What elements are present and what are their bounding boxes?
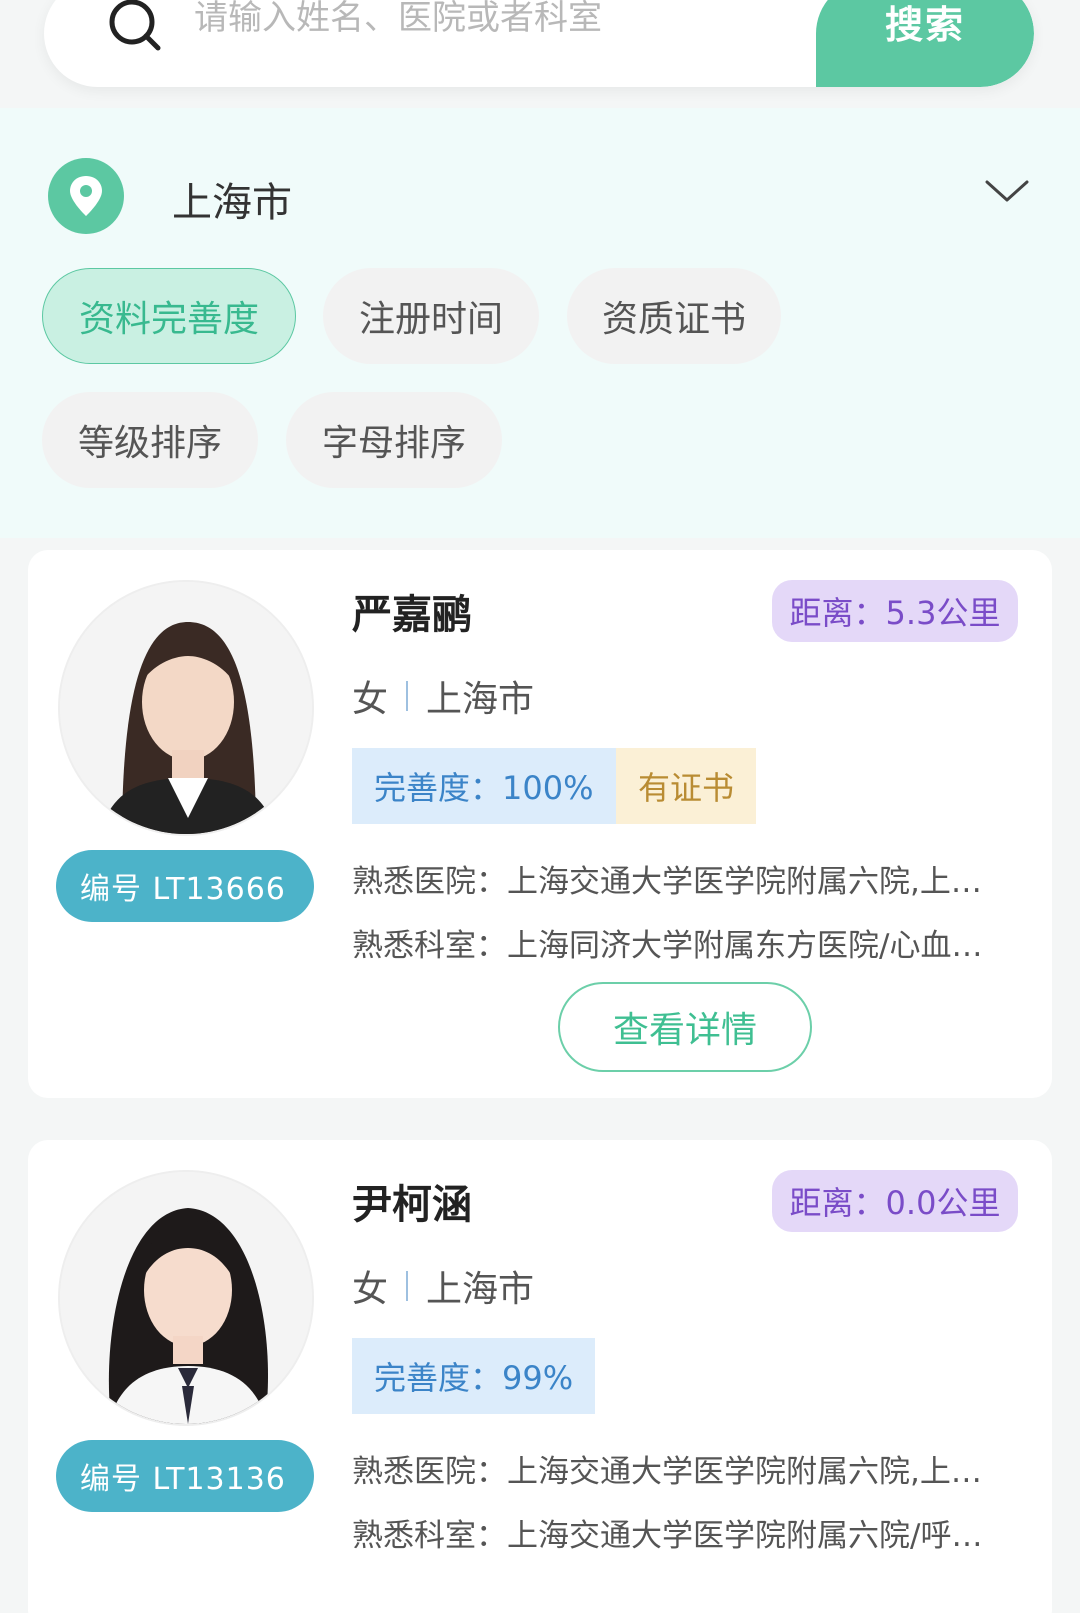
distance-badge: 距离：0.0公里 xyxy=(772,1170,1018,1232)
id-badge: 编号 LT13666 xyxy=(56,850,314,922)
chip-alpha-sort[interactable]: 字母排序 xyxy=(286,392,502,488)
doctor-name: 尹柯涵 xyxy=(352,1182,472,1228)
city: 上海市 xyxy=(426,679,535,720)
search-bar: 搜索 xyxy=(44,0,1034,87)
location-city: 上海市 xyxy=(172,180,292,226)
familiar-hospital: 熟悉医院：上海交通大学医学院附属六院,上… xyxy=(352,864,982,900)
chip-completeness[interactable]: 资料完善度 xyxy=(42,268,296,364)
familiar-department: 熟悉科室：上海同济大学附属东方医院/心血… xyxy=(352,928,983,964)
completeness-tag: 完善度：99% xyxy=(352,1338,596,1414)
doctor-name: 严嘉鹂 xyxy=(352,592,472,638)
search-icon[interactable] xyxy=(104,0,168,58)
search-button[interactable]: 搜索 xyxy=(816,0,1034,87)
doctor-card[interactable]: 编号 LT13136 尹柯涵 距离：0.0公里 女 上海市 完善度：99% 熟悉… xyxy=(28,1140,1052,1613)
search-section: 搜索 xyxy=(0,0,1080,108)
divider xyxy=(406,681,409,711)
doctor-card[interactable]: 编号 LT13666 严嘉鹂 距离：5.3公里 女 上海市 完善度：100% 有… xyxy=(28,550,1052,1098)
gender: 女 xyxy=(352,679,389,720)
view-details-button[interactable]: 查看详情 xyxy=(558,982,812,1072)
chip-register-time[interactable]: 注册时间 xyxy=(323,268,539,364)
location-pin-icon xyxy=(48,158,124,234)
avatar xyxy=(58,1170,314,1426)
divider xyxy=(406,1271,409,1301)
gender-city: 女 上海市 xyxy=(352,1260,534,1312)
familiar-department: 熟悉科室：上海交通大学医学院附属六院/呼… xyxy=(352,1518,983,1554)
filter-panel: 上海市 资料完善度 注册时间 资质证书 等级排序 字母排序 xyxy=(0,108,1080,538)
distance-badge: 距离：5.3公里 xyxy=(772,580,1018,642)
search-input[interactable] xyxy=(194,0,754,38)
avatar xyxy=(58,580,314,836)
location-selector[interactable]: 上海市 xyxy=(0,148,1080,238)
gender: 女 xyxy=(352,1269,389,1310)
certificate-tag: 有证书 xyxy=(616,748,756,824)
chip-level-sort[interactable]: 等级排序 xyxy=(42,392,258,488)
city: 上海市 xyxy=(426,1269,535,1310)
gender-city: 女 上海市 xyxy=(352,670,534,722)
familiar-hospital: 熟悉医院：上海交通大学医学院附属六院,上… xyxy=(352,1454,982,1490)
chevron-down-icon[interactable] xyxy=(984,176,1030,206)
completeness-tag: 完善度：100% xyxy=(352,748,616,824)
chip-certificate[interactable]: 资质证书 xyxy=(567,268,781,364)
id-badge: 编号 LT13136 xyxy=(56,1440,314,1512)
